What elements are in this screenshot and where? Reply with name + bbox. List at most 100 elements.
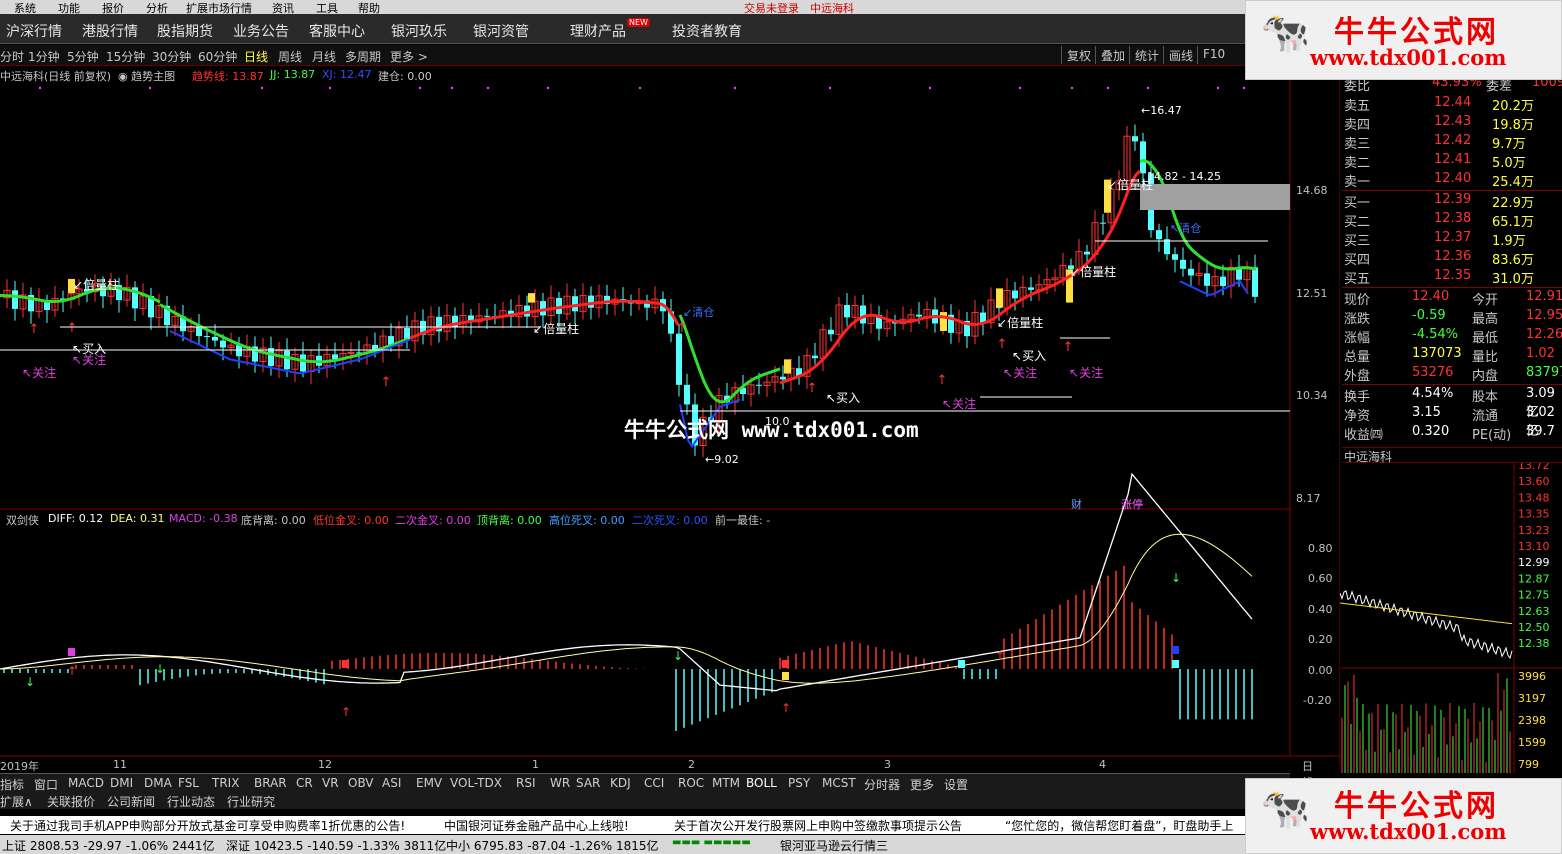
limit-up-marker[interactable]: 涨停 xyxy=(1121,496,1143,512)
quote-cell: 12.40 xyxy=(1434,171,1472,186)
indicator-tab[interactable]: KDJ xyxy=(610,776,631,790)
period-day[interactable]: 日线 xyxy=(244,48,268,65)
sz-index[interactable]: 深证 10423.5 -140.59 -1.33% 3811亿 xyxy=(226,837,446,854)
indicator-tab[interactable]: CR xyxy=(296,776,313,790)
server-name[interactable]: 银河亚马逊云行情三 xyxy=(780,837,888,854)
buy-arrow: ↑ xyxy=(997,337,1008,352)
sub-tab[interactable]: 扩展∧ xyxy=(0,793,33,810)
period-multi[interactable]: 多周期 xyxy=(345,48,381,65)
tab-yinhe-asset[interactable]: 银河资管 xyxy=(473,21,529,41)
buy-level[interactable]: 买一 12.39 22.9万 xyxy=(1342,191,1562,211)
indicator-tab[interactable]: TRIX xyxy=(212,776,239,790)
period-1min[interactable]: 1分钟 xyxy=(28,48,60,65)
indicator-tab[interactable]: ASI xyxy=(382,776,401,790)
indicator-tab[interactable]: FSL xyxy=(178,776,199,790)
sell-level[interactable]: 卖四 12.43 19.8万 xyxy=(1342,113,1562,133)
indicator-tab[interactable]: MTM xyxy=(712,776,740,790)
period-more[interactable]: 更多 > xyxy=(390,48,428,65)
ticker-item-4[interactable]: “您忙您的，微信帮您盯着盘”，盯盘助手上 xyxy=(1005,817,1233,834)
mini-intraday-chart[interactable]: 13.72 13.60 13.48 13.35 13.23 13.10 12.99 12.87… xyxy=(1340,463,1562,773)
buy-level[interactable]: 买三 12.37 1.9万 xyxy=(1342,229,1562,249)
mini-price-label: 13.10 xyxy=(1518,540,1550,553)
indicator-tab[interactable]: SAR xyxy=(576,776,600,790)
zx-index[interactable]: 中小 6795.83 -87.04 -1.26% 1815亿 xyxy=(446,837,659,854)
tab-notice[interactable]: 业务公告 xyxy=(233,21,289,41)
macd-axis-3: 0.40 xyxy=(1308,603,1333,616)
candle-body xyxy=(1140,141,1146,174)
indicator-tab[interactable]: PSY xyxy=(788,776,810,790)
finance-marker[interactable]: 财 xyxy=(1071,496,1082,512)
period-5min[interactable]: 5分钟 xyxy=(67,48,99,65)
indicator-tab[interactable]: BRAR xyxy=(254,776,287,790)
draw-button[interactable]: 画线 xyxy=(1163,46,1198,64)
macd-signal-block xyxy=(958,660,965,668)
indicator-tab[interactable]: ROC xyxy=(678,776,704,790)
quote-cell: 31.0万 xyxy=(1492,272,1534,287)
watch-note-4: ↖关注 xyxy=(1003,366,1038,380)
sell-level[interactable]: 卖三 12.42 9.7万 xyxy=(1342,132,1562,152)
period-month[interactable]: 月线 xyxy=(312,48,336,65)
low-label: ←9.02 xyxy=(705,453,739,466)
indicator-tab[interactable]: CCI xyxy=(644,776,664,790)
sh-index[interactable]: 上证 2808.53 -29.97 -1.06% 2441亿 xyxy=(2,837,215,854)
tab-shenhu[interactable]: 沪深行情 xyxy=(6,21,62,41)
indicator-tab[interactable]: MCST xyxy=(822,776,856,790)
indicator-tab[interactable]: DMI xyxy=(110,776,133,790)
buy-level[interactable]: 买四 12.36 83.6万 xyxy=(1342,248,1562,268)
period-week[interactable]: 周线 xyxy=(278,48,302,65)
indicator-tab[interactable]: DMA xyxy=(144,776,172,790)
tab-hk[interactable]: 港股行情 xyxy=(82,21,138,41)
sell-level[interactable]: 卖二 12.41 5.0万 xyxy=(1342,151,1562,171)
sell-level[interactable]: 卖一 12.40 25.4万 xyxy=(1342,170,1562,190)
buy-level[interactable]: 买五 12.35 31.0万 xyxy=(1342,267,1562,287)
date-label: 3 xyxy=(884,758,891,771)
candle-body xyxy=(588,295,594,308)
overlay-button[interactable]: 叠加 xyxy=(1095,46,1130,64)
macd-sell-arrow: ↓ xyxy=(25,675,35,689)
period-15min[interactable]: 15分钟 xyxy=(106,48,145,65)
fuquan-button[interactable]: 复权 xyxy=(1061,46,1096,64)
ticker-item-1[interactable]: 关于通过我司手机APP申购部分开放式基金可享受申购费率1折优惠的公告! xyxy=(10,817,405,834)
period-30min[interactable]: 30分钟 xyxy=(152,48,191,65)
quote-cell: 22.9万 xyxy=(1492,196,1534,211)
indicator-tab[interactable]: OBV xyxy=(348,776,374,790)
clear-note-1: ↙清仓 xyxy=(683,306,715,319)
macd-indicator-name[interactable]: 双剑侠 xyxy=(6,512,39,528)
quote-cell: 12.37 xyxy=(1434,230,1472,245)
period-60min[interactable]: 60分钟 xyxy=(198,48,237,65)
indicator-tab[interactable]: VR xyxy=(322,776,339,790)
low-value: 9.02 xyxy=(714,453,739,466)
tab-education[interactable]: 投资者教育 xyxy=(672,21,742,41)
tab-yinhe-jiule[interactable]: 银河玖乐 xyxy=(391,21,447,41)
ticker-item-3[interactable]: 关于首次公开发行股票网上申购中签缴款事项提示公告 xyxy=(674,817,962,834)
buy-arrow: ↑ xyxy=(807,381,818,396)
macd-signal-block xyxy=(68,648,75,656)
quote-cell: 卖二 xyxy=(1344,156,1371,171)
sub-tab[interactable]: 行业动态 xyxy=(167,793,215,810)
indicator-tab[interactable]: VOL-TDX xyxy=(450,776,502,790)
period-tick[interactable]: 分时 xyxy=(0,48,24,65)
indicator-tab[interactable]: BOLL xyxy=(746,776,777,790)
sub-tab[interactable]: 公司新闻 xyxy=(107,793,155,810)
f10-button[interactable]: F10 xyxy=(1197,46,1230,64)
quote-cell: 买二 xyxy=(1344,215,1371,230)
indicator-tab[interactable]: WR xyxy=(550,776,570,790)
indicator-tab[interactable]: EMV xyxy=(416,776,442,790)
sub-tab[interactable]: 行业研究 xyxy=(227,793,275,810)
sub-tab[interactable]: 关联报价 xyxy=(47,793,95,810)
macd-signal-block xyxy=(342,660,349,668)
ticker-item-2[interactable]: 中国银河证券金融产品中心上线啦! xyxy=(444,817,629,834)
tab-service[interactable]: 客服中心 xyxy=(309,21,365,41)
mini-price-label: 12.75 xyxy=(1518,589,1550,602)
stat-cell: 今开 xyxy=(1472,293,1499,308)
mini-price-label: 13.48 xyxy=(1518,491,1550,504)
tab-futures[interactable]: 股指期货 xyxy=(157,21,213,41)
macd-axis-4: 0.20 xyxy=(1308,633,1333,646)
stat-cell: 流通 xyxy=(1472,409,1499,424)
sell-level[interactable]: 卖五 12.44 20.2万 xyxy=(1342,94,1562,114)
tab-finance[interactable]: 理财产品 xyxy=(570,21,626,41)
buy-level[interactable]: 买二 12.38 65.1万 xyxy=(1342,210,1562,230)
indicator-tab[interactable]: MACD xyxy=(68,776,104,790)
stats-button[interactable]: 统计 xyxy=(1129,46,1164,64)
indicator-tab[interactable]: RSI xyxy=(516,776,536,790)
